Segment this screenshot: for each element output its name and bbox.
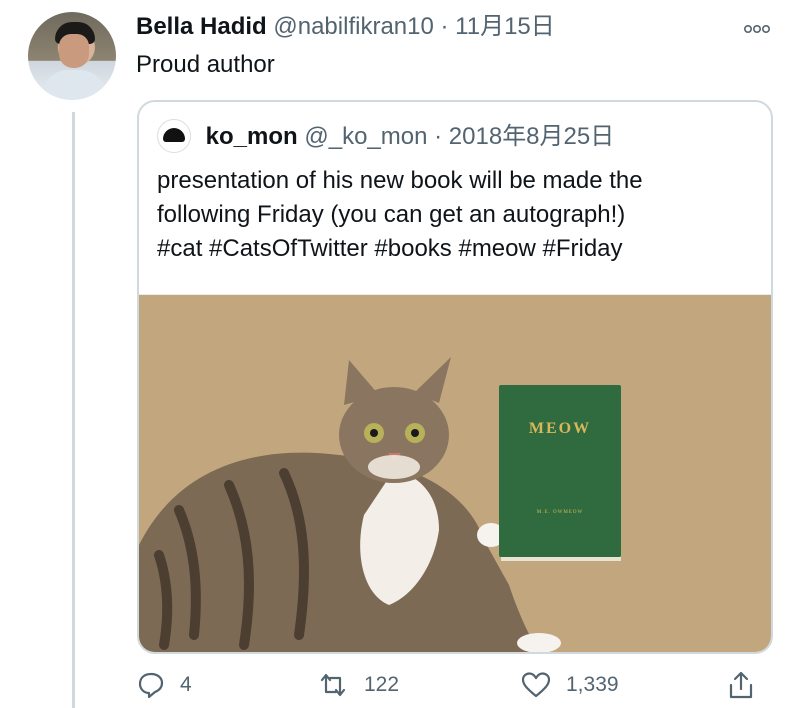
tweet-date[interactable]: 11月15日 bbox=[455, 13, 555, 40]
quoted-tweet-image[interactable]: MEOW M.E. OWMEOW bbox=[139, 294, 771, 652]
quoted-author-name: ko_mon bbox=[205, 123, 298, 150]
reply-button[interactable]: 4 bbox=[136, 668, 192, 702]
tweet-header: Bella Hadid @nabilfikran10 · 11月15日 bbox=[136, 12, 780, 42]
retweet-icon bbox=[320, 674, 346, 697]
reply-count: 4 bbox=[180, 673, 192, 696]
more-options-icon-svg bbox=[743, 24, 770, 34]
tweet-text: Proud author bbox=[136, 51, 275, 78]
share-icon bbox=[729, 672, 753, 699]
retweet-button[interactable]: 122 bbox=[316, 668, 399, 702]
separator-dot: · bbox=[440, 13, 449, 40]
separator-dot: · bbox=[434, 123, 443, 150]
cat-back-paw bbox=[517, 633, 561, 652]
book-author: M.E. OWMEOW bbox=[537, 510, 583, 515]
quoted-text-line: #cat #CatsOfTwitter #books #meow #Friday bbox=[157, 235, 623, 262]
quoted-tweet-text: presentation of his new book will be mad… bbox=[157, 164, 757, 266]
quoted-tweet-date: 2018年8月25日 bbox=[448, 123, 615, 150]
avatar-face bbox=[59, 34, 89, 68]
book-cover bbox=[499, 385, 621, 557]
reply-icon bbox=[138, 673, 164, 699]
thread-line bbox=[72, 112, 75, 708]
quoted-text-line: following Friday (you can get an autogra… bbox=[157, 201, 626, 228]
like-count: 1,339 bbox=[566, 673, 619, 696]
author-handle[interactable]: @nabilfikran10 bbox=[273, 13, 433, 40]
avatar[interactable] bbox=[28, 12, 116, 100]
heart-icon bbox=[521, 672, 551, 698]
avatar-shirt bbox=[42, 70, 106, 100]
tweet-actions: 4 122 1,339 bbox=[136, 668, 770, 702]
share-button[interactable] bbox=[726, 668, 770, 702]
author-name[interactable]: Bella Hadid bbox=[136, 13, 267, 40]
quoted-tweet-card[interactable]: ko_mon @_ko_mon · 2018年8月25日 presentatio… bbox=[137, 100, 773, 654]
quoted-text-line: presentation of his new book will be mad… bbox=[157, 167, 643, 194]
more-options-icon[interactable] bbox=[743, 18, 770, 39]
book-title: MEOW bbox=[529, 420, 591, 437]
quoted-tweet-header: ko_mon @_ko_mon · 2018年8月25日 bbox=[157, 118, 615, 154]
quoted-avatar bbox=[157, 118, 191, 153]
like-button[interactable]: 1,339 bbox=[520, 668, 619, 702]
cat-photo: MEOW M.E. OWMEOW bbox=[139, 357, 621, 652]
retweet-count: 122 bbox=[364, 673, 400, 696]
quoted-author-handle: @_ko_mon bbox=[304, 123, 428, 150]
